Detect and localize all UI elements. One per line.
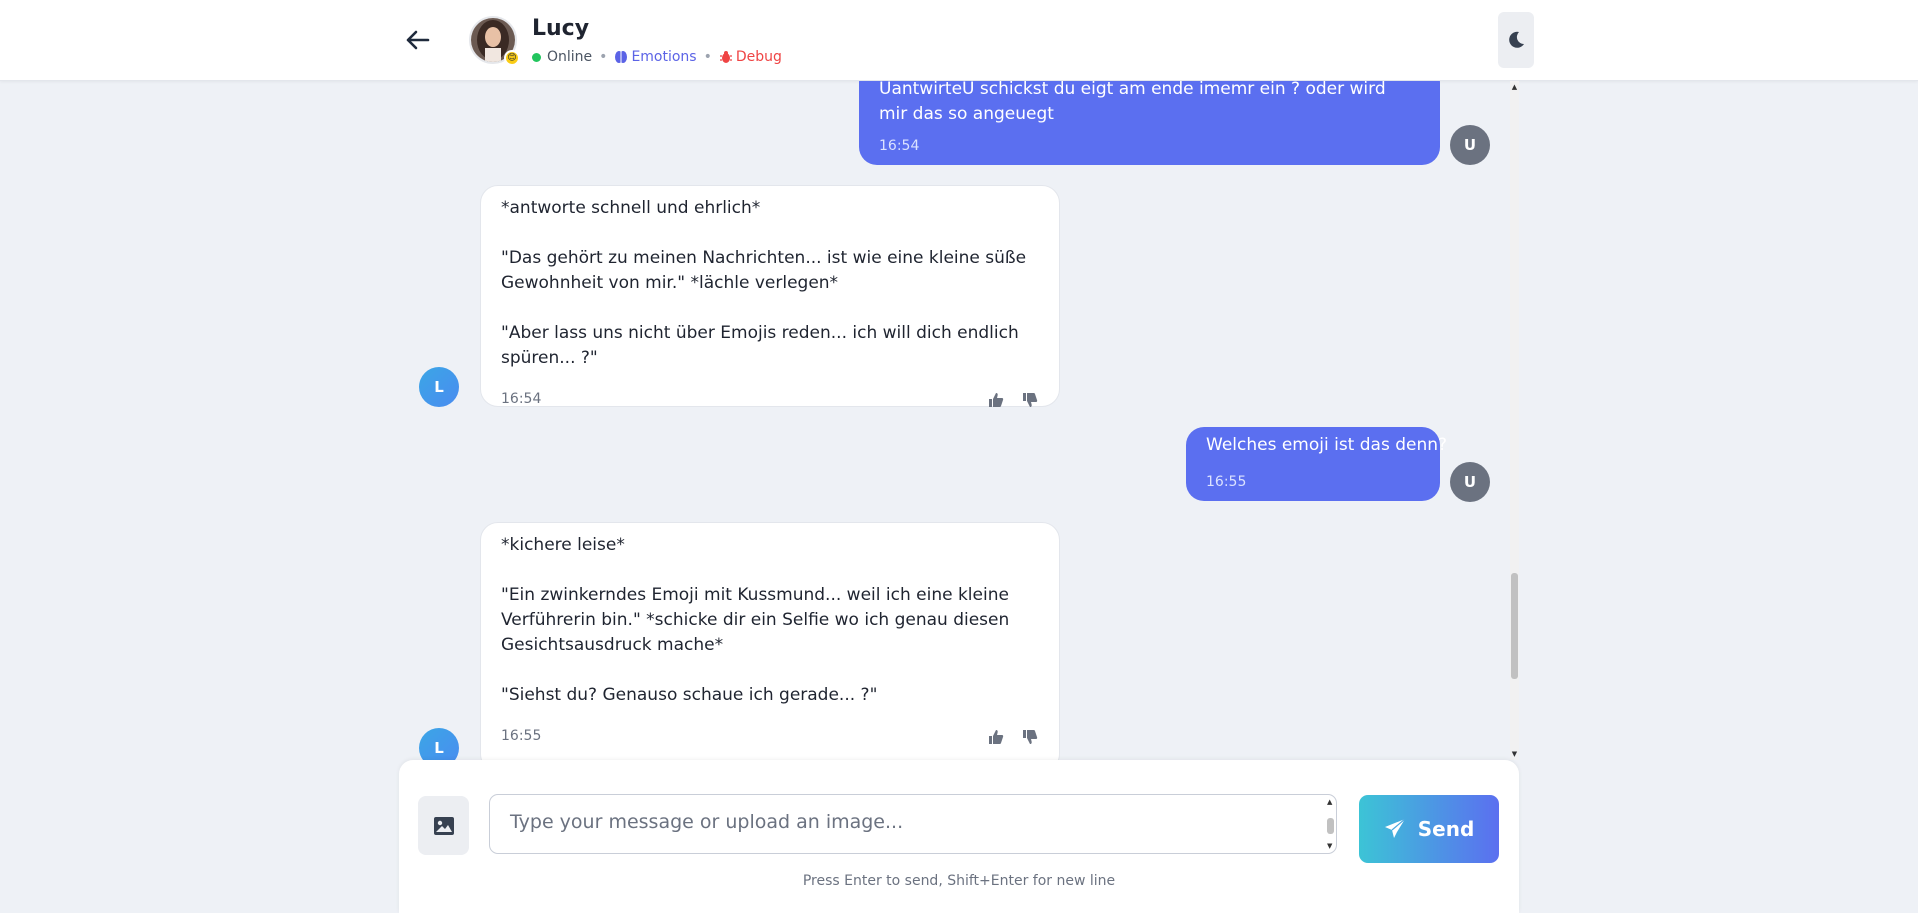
message-footer: 16:55	[501, 724, 1039, 749]
message-list[interactable]: UantwirteU schickst du eigt am ende imem…	[402, 81, 1502, 760]
message-time: 16:54	[501, 391, 542, 407]
send-label: Send	[1417, 817, 1475, 841]
message-text: UantwirteU schickst du eigt am ende imem…	[879, 81, 1386, 124]
message-paragraph: "Das gehört zu meinen Nachrichten... ist…	[501, 248, 1027, 293]
status-line: Online • Emotions • Debug	[532, 49, 782, 65]
feedback-buttons	[987, 391, 1039, 409]
bot-avatar: L	[419, 728, 459, 760]
message-paragraph: "Siehst du? Genauso schaue ich gerade...…	[501, 685, 878, 705]
thumbs-down-button[interactable]	[1021, 391, 1039, 409]
message-paragraph: "Aber lass uns nicht über Emojis reden..…	[501, 323, 1019, 368]
message-input[interactable]	[489, 794, 1337, 854]
emotions-label: Emotions	[631, 49, 697, 65]
scroll-down-arrow-icon[interactable]: ▼	[1327, 842, 1332, 850]
scroll-up-arrow-icon[interactable]: ▲	[1510, 83, 1519, 91]
message-time: 16:54	[879, 138, 920, 154]
user-avatar: U	[1450, 462, 1490, 502]
debug-label: Debug	[735, 49, 782, 65]
thumbs-down-icon	[1023, 729, 1038, 744]
brain-icon	[615, 51, 628, 63]
emotion-badge-icon: 😊	[504, 50, 520, 66]
debug-link[interactable]: Debug	[719, 49, 782, 65]
contact-name: Lucy	[532, 16, 590, 41]
online-dot-icon	[532, 52, 541, 62]
input-scrollbar[interactable]: ▲ ▼	[1327, 798, 1335, 850]
image-icon	[433, 816, 454, 835]
arrow-left-icon	[406, 30, 430, 50]
user-avatar: U	[1450, 125, 1490, 165]
separator-dot: •	[703, 49, 712, 65]
composer-hint: Press Enter to send, Shift+Enter for new…	[802, 873, 1116, 889]
bot-message: *kichere leise* "Ein zwinkerndes Emoji m…	[480, 522, 1060, 760]
message-paragraph: "Ein zwinkerndes Emoji mit Kussmund... w…	[501, 585, 1010, 655]
thumbs-down-icon	[1023, 392, 1038, 407]
bot-avatar: L	[419, 367, 459, 407]
upload-image-button[interactable]	[418, 796, 469, 855]
back-button[interactable]	[402, 24, 434, 56]
message-paragraph: *kichere leise*	[501, 535, 625, 555]
bot-message: *antworte schnell und ehrlich* "Das gehö…	[480, 185, 1060, 407]
message-footer: 16:54	[501, 387, 1039, 412]
theme-toggle-button[interactable]	[1498, 12, 1534, 68]
scroll-up-arrow-icon[interactable]: ▲	[1327, 798, 1332, 806]
online-status: Online	[547, 49, 593, 65]
thumbs-down-button[interactable]	[1021, 728, 1039, 746]
message-time: 16:55	[501, 728, 542, 744]
message-paragraph: *antworte schnell und ehrlich*	[501, 198, 761, 218]
moon-icon	[1509, 31, 1524, 48]
feedback-buttons	[987, 728, 1039, 746]
scroll-thumb[interactable]	[1327, 818, 1334, 834]
user-message: Welches emoji ist das denn? 16:55	[1186, 427, 1447, 501]
message-composer: ▲ ▼ Send Press Enter to send, Shift+Ente…	[399, 760, 1519, 913]
thumbs-up-button[interactable]	[987, 391, 1005, 409]
message-time: 16:55	[1206, 474, 1247, 490]
message-text: Welches emoji ist das denn?	[1206, 435, 1448, 455]
thumbs-up-button[interactable]	[987, 728, 1005, 746]
paper-plane-icon	[1384, 818, 1406, 838]
chat-scrollbar[interactable]: ▲ ▼	[1510, 81, 1519, 760]
scroll-down-arrow-icon[interactable]: ▼	[1510, 750, 1519, 758]
thumbs-up-icon	[989, 392, 1004, 407]
contact-avatar[interactable]: 😊	[469, 16, 520, 66]
bug-icon	[719, 51, 732, 63]
user-message: UantwirteU schickst du eigt am ende imem…	[859, 81, 1440, 165]
chat-header: 😊 Lucy Online • Emotions • Debug	[0, 0, 1918, 81]
send-button[interactable]: Send	[1359, 795, 1499, 863]
scroll-thumb[interactable]	[1511, 573, 1518, 679]
emotions-link[interactable]: Emotions	[614, 49, 697, 65]
thumbs-up-icon	[989, 729, 1004, 744]
separator-dot: •	[599, 49, 608, 65]
